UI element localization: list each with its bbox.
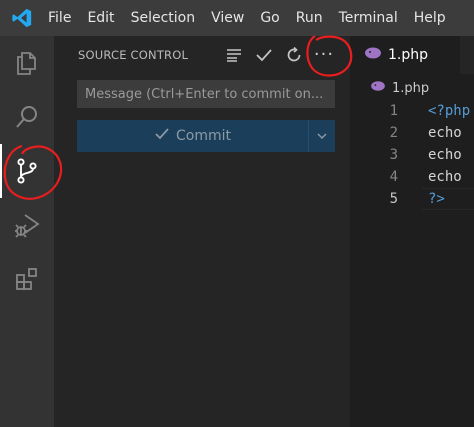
php-file-icon xyxy=(364,46,382,64)
commit-message-input[interactable] xyxy=(77,80,335,108)
line-number: 1 xyxy=(389,103,398,119)
commit-dropdown-button[interactable] xyxy=(309,120,335,152)
view-as-tree-icon[interactable] xyxy=(222,43,246,67)
menu-edit[interactable]: Edit xyxy=(79,0,122,36)
vscode-logo-icon xyxy=(10,6,34,30)
code-line: 3 echo xyxy=(350,144,474,166)
menu-terminal[interactable]: Terminal xyxy=(331,0,406,36)
chevron-down-icon xyxy=(317,133,327,140)
code-line-current: 5 ?> xyxy=(350,188,474,210)
breadcrumb-file[interactable]: 1.php xyxy=(392,81,429,96)
tab-label: 1.php xyxy=(388,47,429,63)
commit-check-small-icon xyxy=(154,126,170,146)
code-line: 2 echo xyxy=(350,122,474,144)
editor-area: 1.php 1.php 1 <?php 2 echo 3 echo 4 echo xyxy=(350,36,474,427)
line-number: 2 xyxy=(389,125,398,141)
panel-title: SOURCE CONTROL xyxy=(78,48,189,62)
code-editor[interactable]: 1 <?php 2 echo 3 echo 4 echo 5 ?> xyxy=(350,100,474,210)
code-line: 1 <?php xyxy=(350,100,474,122)
source-control-panel: SOURCE CONTROL ··· Message (Ctrl+Enter t… xyxy=(54,36,350,427)
menu-selection[interactable]: Selection xyxy=(123,0,204,36)
line-number: 5 xyxy=(389,191,398,207)
breadcrumb-php-icon xyxy=(370,80,386,96)
commit-button-group: Commit xyxy=(77,120,335,152)
code-text: <?php xyxy=(428,103,471,119)
panel-actions: ··· xyxy=(222,43,336,67)
tab-1-php[interactable]: 1.php xyxy=(350,36,460,74)
run-debug-icon[interactable] xyxy=(0,198,54,252)
extensions-icon[interactable] xyxy=(0,252,54,306)
commit-button[interactable]: Commit xyxy=(77,120,308,152)
menu-view[interactable]: View xyxy=(203,0,252,36)
tab-bar: 1.php xyxy=(350,36,474,74)
line-number: 3 xyxy=(389,147,398,163)
refresh-icon[interactable] xyxy=(282,43,306,67)
code-text: echo xyxy=(428,169,462,185)
menu-go[interactable]: Go xyxy=(252,0,287,36)
source-control-icon[interactable] xyxy=(0,144,54,198)
code-text: echo xyxy=(428,147,462,163)
search-icon[interactable] xyxy=(0,90,54,144)
commit-check-icon[interactable] xyxy=(252,43,276,67)
menu-file[interactable]: File xyxy=(44,0,79,36)
explorer-icon[interactable] xyxy=(0,36,54,90)
more-actions-icon[interactable]: ··· xyxy=(312,43,336,67)
activity-bar xyxy=(0,36,54,427)
title-bar: File Edit Selection View Go Run Terminal… xyxy=(0,0,474,36)
code-text: echo xyxy=(428,125,462,141)
menu-run[interactable]: Run xyxy=(288,0,331,36)
menu-bar: File Edit Selection View Go Run Terminal… xyxy=(44,0,454,36)
breadcrumb: 1.php xyxy=(370,77,429,99)
code-line: 4 echo xyxy=(350,166,474,188)
line-number: 4 xyxy=(389,169,398,185)
commit-button-label: Commit xyxy=(176,128,231,144)
code-text: ?> xyxy=(428,191,445,207)
menu-help[interactable]: Help xyxy=(406,0,454,36)
